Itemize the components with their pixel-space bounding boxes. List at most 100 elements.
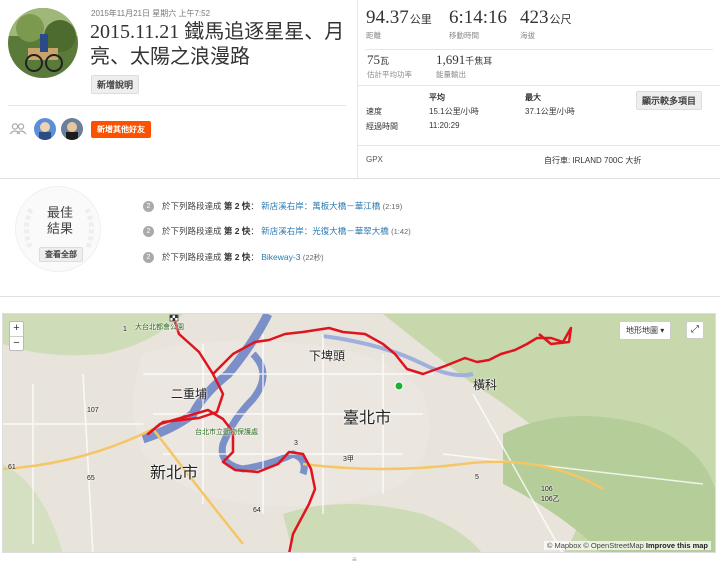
map-road-number: 107 <box>87 407 99 414</box>
effort-sep: ： <box>250 252 259 262</box>
athlete-avatar[interactable] <box>8 8 78 78</box>
map-label-district: 二重埔 <box>171 387 208 401</box>
best-effort-item: 2 於下列路段達成 第 2 快： Bikeway-3 (22秒) <box>143 251 324 264</box>
energy-value: 1,691 <box>436 52 466 67</box>
power-unit: 瓦 <box>380 56 390 66</box>
companion-avatar[interactable] <box>61 118 83 140</box>
map-road-number: 1 <box>123 326 127 333</box>
power-value: 75 <box>367 52 380 67</box>
elapsed-value: 11:20:29 <box>429 121 460 130</box>
effort-time: (22秒) <box>302 253 324 262</box>
map-label-district: 橫科 <box>473 378 498 392</box>
best-effort-item: 2 於下列路段達成 第 2 快： 新店溪右岸：光復大橋－華翠大橋 (1:42) <box>143 225 411 238</box>
energy-unit: 千焦耳 <box>465 56 493 66</box>
map-road-number: 65 <box>87 475 95 482</box>
map-label-city: 臺北市 <box>343 410 392 427</box>
effort-sep: ： <box>250 201 259 211</box>
map-label-city: 新北市 <box>150 465 199 482</box>
map-road-number: 106 <box>541 486 553 493</box>
effort-time: (1:42) <box>391 227 411 236</box>
elevation-unit: 公尺 <box>549 14 572 26</box>
map-road-number: 5 <box>475 474 479 481</box>
col-header-avg: 平均 <box>429 93 445 102</box>
elapsed-label: 經過時間 <box>366 122 398 131</box>
stat-power: 75瓦 估計平均功率 <box>367 52 412 80</box>
map-attribution: © Mapbox © OpenStreetMap Improve this ma… <box>543 541 711 550</box>
map-road-number: 64 <box>253 507 261 514</box>
bike-info: 自行車: IRLAND 700C 大折 <box>544 156 642 165</box>
group-icon <box>9 122 27 140</box>
distance-label: 距離 <box>366 31 381 40</box>
medal-icon: 2 <box>143 226 154 238</box>
moving-time-label: 移動時間 <box>449 31 479 40</box>
view-all-button[interactable]: 查看全部 <box>39 247 83 262</box>
divider <box>365 49 713 50</box>
stat-distance: 94.37公里 距離 <box>366 7 432 41</box>
effort-rank: 第 2 快 <box>223 201 251 211</box>
elevation-value: 423 <box>520 7 549 28</box>
speed-label: 速度 <box>366 107 382 116</box>
map-road-number: 106乙 <box>541 496 560 503</box>
segment-link[interactable]: 新店溪右岸：萬板大橋－華江橋 <box>261 201 380 211</box>
effort-sep: ： <box>250 226 259 236</box>
zoom-control: + − <box>9 321 24 351</box>
map-label-district: 下埤頭 <box>309 349 346 363</box>
best-effort-item: 2 於下列路段達成 第 2 快： 新店溪右岸：萬板大橋－華江橋 (2:19) <box>143 200 403 213</box>
resize-handle-icon[interactable]: ≡ <box>352 555 357 564</box>
effort-rank: 第 2 快 <box>223 252 251 262</box>
divider <box>357 0 358 178</box>
finish-flag-icon <box>169 314 179 322</box>
activity-title: 2015.11.21 鐵馬追逐星星、月亮、太陽之浪漫路 <box>90 21 345 68</box>
segment-link[interactable]: Bikeway-3 <box>261 252 300 262</box>
map-label-park: 台北市立動物保護處 <box>195 429 258 436</box>
map-road-number: 3 <box>294 440 298 447</box>
divider <box>358 145 720 146</box>
chevron-down-icon: ▾ <box>660 326 665 335</box>
distance-value: 94.37 <box>366 7 409 28</box>
stat-moving-time: 6:14:16 移動時間 <box>449 7 507 41</box>
add-description-button[interactable]: 新增說明 <box>91 75 140 94</box>
effort-time: (2:19) <box>382 202 403 211</box>
map-canvas <box>3 314 715 552</box>
zoom-in-button[interactable]: + <box>10 322 23 336</box>
col-header-max: 最大 <box>525 93 541 102</box>
activity-date: 2015年11月21日 星期六 上午7:52 <box>91 9 211 18</box>
improve-map-link[interactable]: Improve this map <box>646 541 708 550</box>
divider <box>358 85 720 86</box>
best-efforts-title-line: 最佳 <box>46 205 73 220</box>
divider <box>8 105 346 106</box>
companion-avatar[interactable] <box>34 118 56 140</box>
medal-icon: 2 <box>143 252 154 264</box>
map-type-dropdown[interactable]: 地形地圖 ▾ <box>619 321 672 340</box>
speed-max: 37.1公里/小時 <box>525 107 575 116</box>
map-label-park: 大台北都會公園 <box>135 324 184 331</box>
zoom-out-button[interactable]: − <box>10 336 23 350</box>
data-source: GPX <box>366 155 383 164</box>
medal-icon: 2 <box>143 201 154 213</box>
effort-prefix: 於下列路段達成 <box>162 226 222 236</box>
elevation-label: 海拔 <box>520 31 535 40</box>
best-efforts-title: 最佳 結果 <box>30 205 90 237</box>
divider <box>0 296 720 297</box>
map-road-number: 3甲 <box>343 456 354 463</box>
divider <box>0 178 720 179</box>
map-type-label: 地形地圖 <box>626 326 658 335</box>
attribution-text[interactable]: © Mapbox © OpenStreetMap <box>547 541 644 550</box>
show-more-button[interactable]: 顯示較多項目 <box>636 91 703 110</box>
map-road-number: 61 <box>8 464 16 471</box>
stat-elevation: 423公尺 海拔 <box>520 7 572 41</box>
effort-prefix: 於下列路段達成 <box>162 252 222 262</box>
stat-energy: 1,691千焦耳 能量輸出 <box>436 52 492 80</box>
segment-link[interactable]: 新店溪右岸：光復大橋－華翠大橋 <box>261 226 389 236</box>
fullscreen-icon[interactable]: ⤢ <box>686 321 704 339</box>
effort-prefix: 於下列路段達成 <box>162 201 222 211</box>
energy-label: 能量輸出 <box>436 70 466 79</box>
add-friends-button[interactable]: 新增其他好友 <box>91 121 151 138</box>
start-marker <box>394 381 404 391</box>
effort-rank: 第 2 快 <box>223 226 251 236</box>
distance-unit: 公里 <box>409 14 432 26</box>
speed-avg: 15.1公里/小時 <box>429 107 479 116</box>
best-efforts-title-line: 結果 <box>46 221 73 236</box>
power-label: 估計平均功率 <box>367 70 412 79</box>
route-map[interactable]: 二重埔 下埤頭 臺北市 新北市 橫科 大台北都會公園 台北市立動物保護處 107… <box>2 313 716 553</box>
